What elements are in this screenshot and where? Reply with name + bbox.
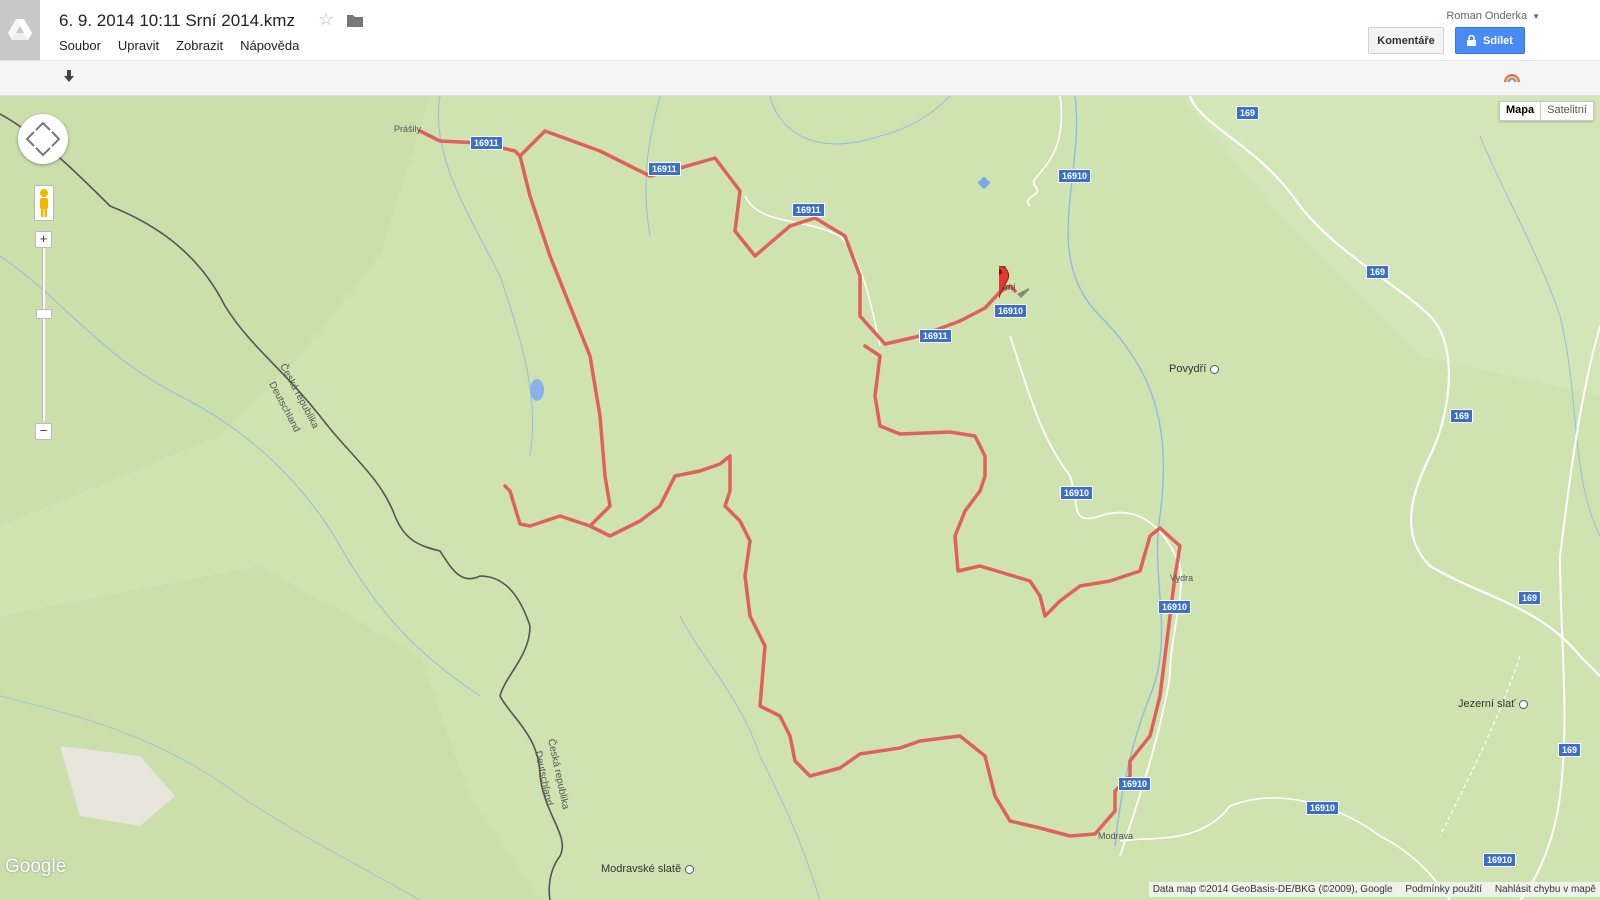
map-attribution: Data map ©2014 GeoBasis-DE/BKG (©2009), …	[1148, 882, 1600, 897]
street-view-pegman-icon[interactable]	[34, 185, 54, 221]
road-shield: 16910	[994, 304, 1028, 318]
place-modravske-slate[interactable]: Modravské slatě	[601, 863, 695, 875]
map-type-map-button[interactable]: Mapa	[1500, 102, 1542, 120]
google-logo: Google	[5, 856, 67, 877]
zoom-track[interactable]	[42, 248, 45, 421]
menu-file[interactable]: Soubor	[59, 38, 101, 53]
place-label: Povydří	[1169, 363, 1207, 375]
place-label: Vydra	[1170, 573, 1194, 583]
place-dot-icon	[1519, 699, 1529, 709]
road-shield: 16910	[1058, 169, 1092, 183]
road-shield: 16910	[1060, 486, 1094, 500]
menu-view[interactable]: Zobrazit	[176, 38, 223, 53]
place-dot-icon	[1210, 364, 1220, 374]
zoom-slider-handle[interactable]	[36, 309, 52, 319]
road-shield: 16911	[648, 162, 681, 176]
star-icon[interactable]: ☆	[318, 9, 334, 30]
road-shield: 169	[1450, 409, 1474, 423]
share-button[interactable]: Sdílet	[1455, 27, 1525, 54]
place-label: Jezerní slať	[1458, 698, 1516, 710]
user-account-menu[interactable]: Roman Onderka ▼	[1446, 10, 1540, 22]
place-dot-icon	[685, 864, 695, 874]
pan-control[interactable]	[18, 114, 68, 164]
menu-edit[interactable]: Upravit	[118, 38, 159, 53]
road-shield: 16910	[1483, 853, 1517, 867]
document-title[interactable]: 6. 9. 2014 10:11 Srní 2014.kmz	[59, 11, 295, 31]
drive-logo-icon[interactable]	[0, 0, 40, 60]
place-vydra[interactable]: Vydra	[1170, 573, 1193, 583]
user-name: Roman Onderka	[1446, 10, 1528, 22]
download-icon[interactable]	[63, 70, 75, 89]
header: 6. 9. 2014 10:11 Srní 2014.kmz ☆ Soubor …	[0, 0, 1600, 61]
attribution-data: Data map ©2014 GeoBasis-DE/BKG (©2009), …	[1152, 884, 1393, 895]
pan-left-icon	[25, 131, 35, 147]
place-label: Prášily	[394, 124, 422, 134]
place-label: Modrava	[1098, 831, 1134, 841]
pan-down-icon	[35, 147, 51, 157]
map-canvas[interactable]: 16911 16911 16911 16911 16910 16910 1691…	[0, 96, 1600, 900]
place-modrava[interactable]: Modrava	[1098, 831, 1133, 841]
road-shield: 16911	[919, 329, 952, 343]
pan-up-icon	[35, 121, 51, 131]
road-shield: 16910	[1306, 801, 1340, 815]
road-shield: 16910	[1158, 600, 1192, 614]
map-type-control: Mapa Satelitní	[1499, 101, 1594, 121]
lock-icon	[1467, 35, 1477, 46]
report-error-link[interactable]: Nahlásit chybu v mapě	[1495, 884, 1596, 895]
chevron-down-icon: ▼	[1532, 12, 1540, 21]
road-shield: 169	[1236, 106, 1260, 120]
share-label: Sdílet	[1483, 34, 1513, 47]
zoom-out-button[interactable]: −	[35, 423, 52, 440]
toolbar	[0, 61, 1600, 96]
road-shield: 16911	[792, 203, 825, 217]
place-jezerni-slat[interactable]: Jezerní slať	[1458, 698, 1529, 710]
folder-icon[interactable]	[347, 14, 363, 32]
road-shield: 169	[1558, 743, 1582, 757]
road-shield: 16911	[470, 136, 503, 150]
zoom-in-button[interactable]: +	[35, 231, 52, 248]
comments-button[interactable]: Komentáře	[1368, 27, 1444, 54]
zoom-control: + −	[35, 231, 52, 446]
road-shield: 169	[1518, 591, 1542, 605]
road-shield: 169	[1366, 265, 1390, 279]
road-shield: 16910	[1118, 777, 1152, 791]
map-type-satellite-button[interactable]: Satelitní	[1541, 102, 1593, 120]
layers-icon[interactable]	[1504, 70, 1520, 89]
pan-right-icon	[51, 131, 61, 147]
place-prasily[interactable]: Prášily	[394, 124, 421, 134]
menu-bar: Soubor Upravit Zobrazit Nápověda	[59, 38, 316, 53]
terms-link[interactable]: Podmínky použití	[1405, 884, 1482, 895]
place-label: Modravské slatě	[601, 863, 682, 875]
place-povydri[interactable]: Povydří	[1169, 363, 1220, 375]
app-window: 6. 9. 2014 10:11 Srní 2014.kmz ☆ Soubor …	[0, 0, 1600, 900]
menu-help[interactable]: Nápověda	[240, 38, 299, 53]
